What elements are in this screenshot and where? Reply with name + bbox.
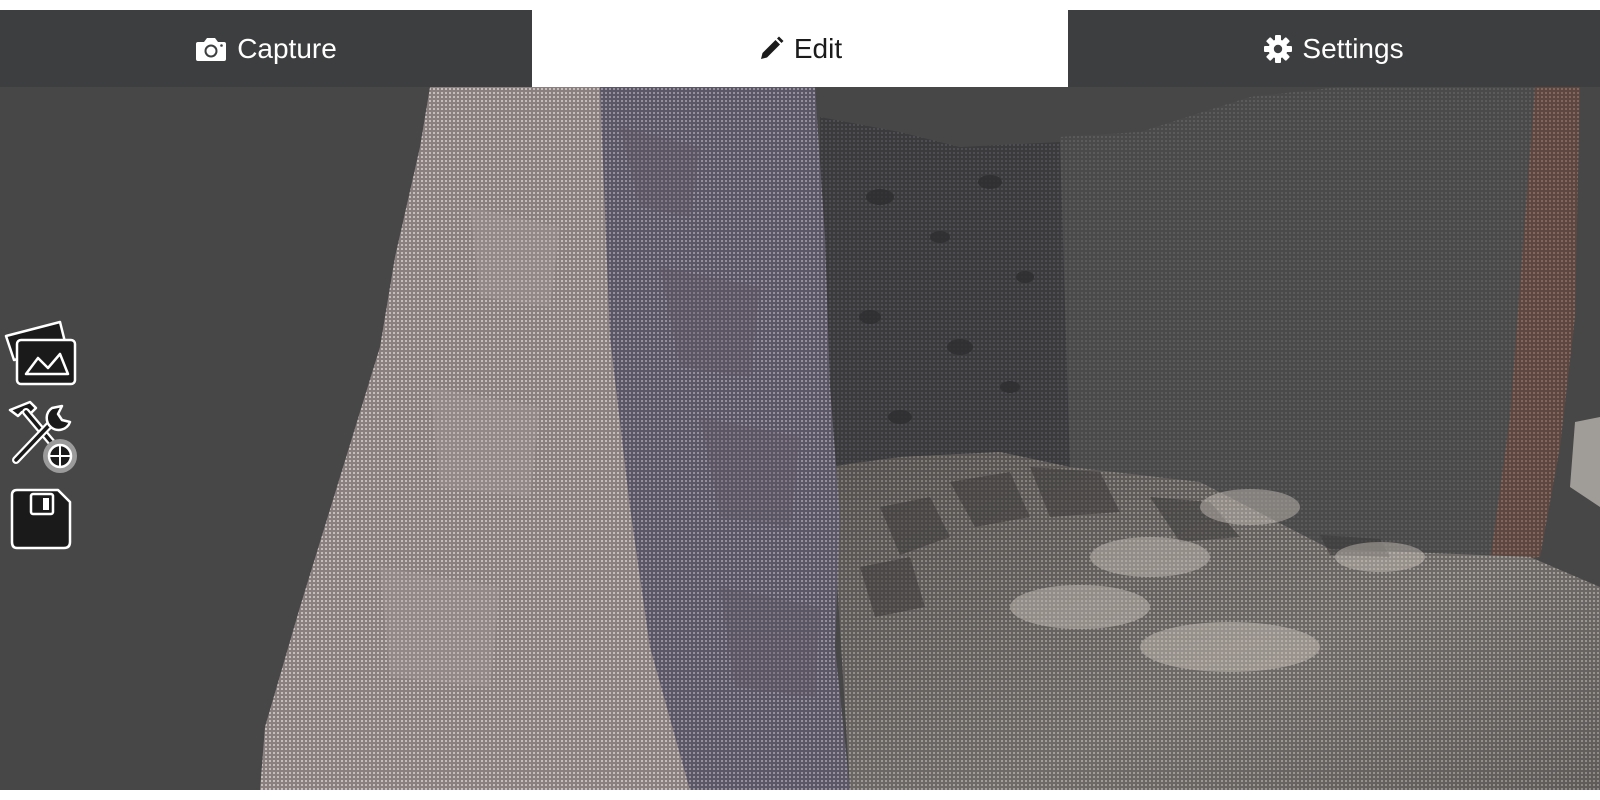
tab-bar: Capture Edit Settings	[0, 10, 1600, 87]
tab-edit-label: Edit	[793, 32, 843, 64]
save-icon	[0, 488, 90, 556]
tools-button[interactable]	[0, 398, 90, 478]
gear-icon	[1264, 34, 1293, 63]
tab-settings-label: Settings	[1302, 32, 1404, 64]
gallery-button[interactable]	[0, 318, 90, 392]
tab-capture-label: Capture	[237, 32, 337, 64]
save-button[interactable]	[0, 486, 90, 552]
point-cloud-scene	[260, 87, 1600, 790]
camera-icon	[195, 35, 227, 63]
images-icon	[0, 320, 90, 396]
tab-settings[interactable]: Settings	[1068, 10, 1600, 87]
tab-edit[interactable]: Edit	[532, 10, 1068, 87]
point-cloud-viewport[interactable]	[0, 87, 1600, 790]
app-window: Capture Edit Settings	[0, 0, 1600, 790]
tab-capture[interactable]: Capture	[0, 10, 532, 87]
tools-icon	[0, 400, 90, 482]
pencil-icon	[758, 36, 784, 62]
